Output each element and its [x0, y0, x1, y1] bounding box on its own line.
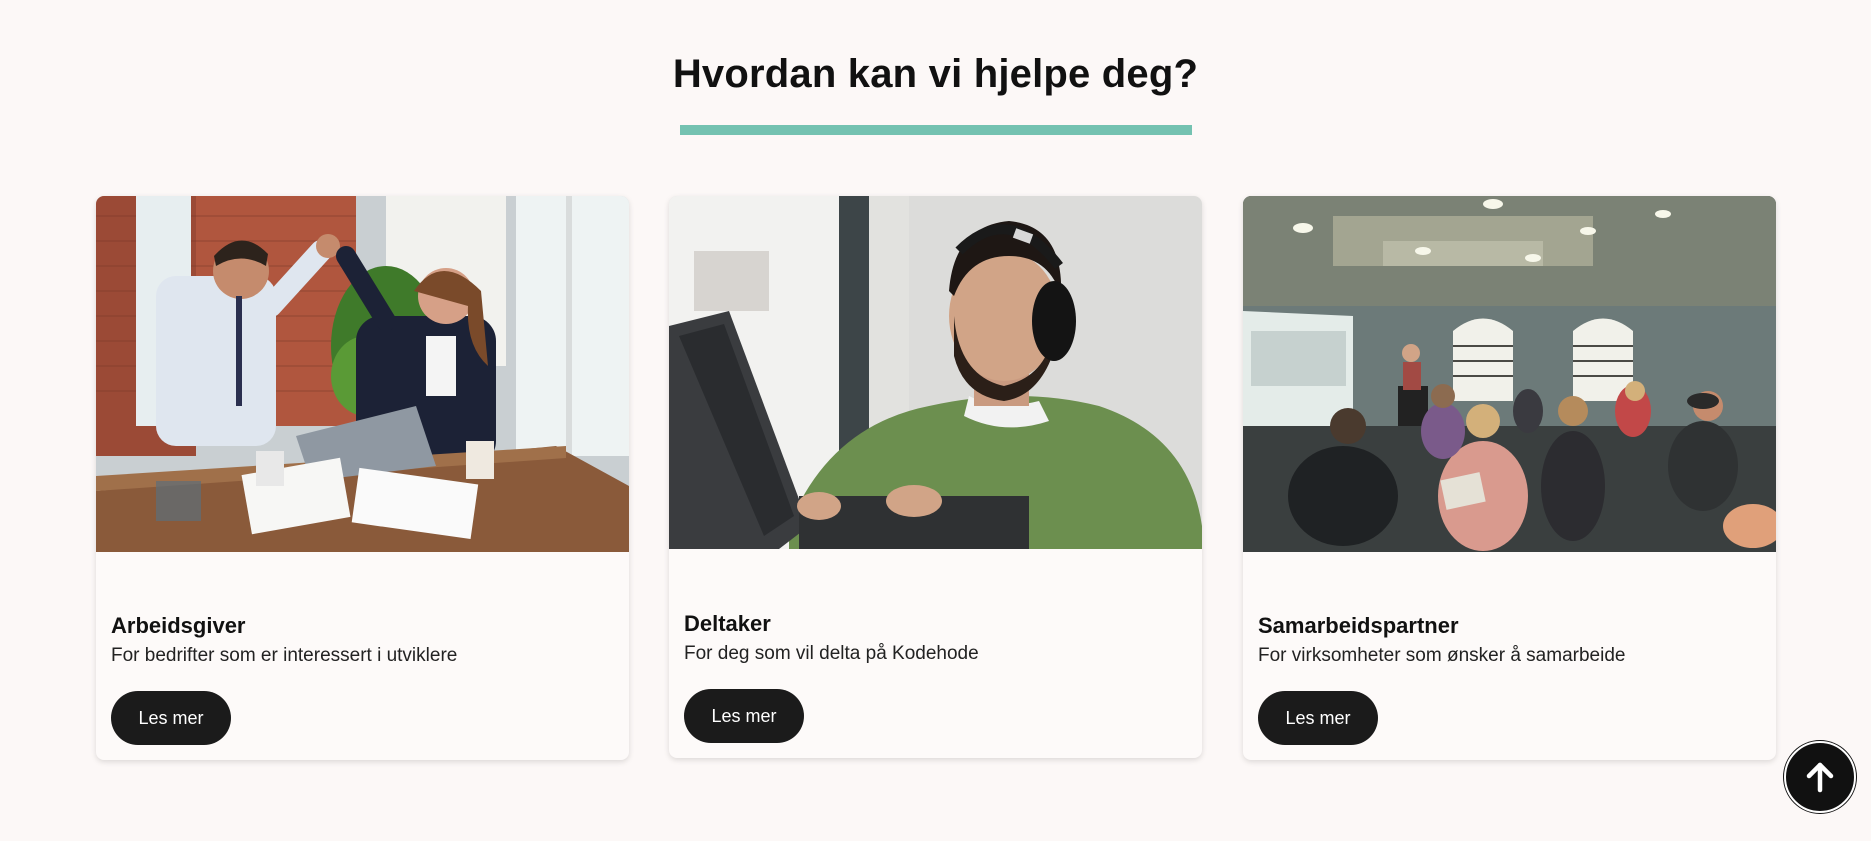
les-mer-button[interactable]: Les mer [111, 691, 231, 745]
card-description: For bedrifter som er interessert i utvik… [111, 645, 458, 666]
card-arbeidsgiver: Arbeidsgiver For bedrifter som er intere… [96, 196, 629, 760]
heading-underline [680, 125, 1192, 135]
les-mer-button[interactable]: Les mer [1258, 691, 1378, 745]
office-high-five-photo [96, 196, 629, 552]
man-with-headphones-at-laptop-photo [669, 196, 1202, 549]
card-title: Samarbeidspartner [1258, 613, 1459, 638]
card-description: For virksomheter som ønsker å samarbeide [1258, 645, 1626, 666]
arrow-up-icon [1806, 762, 1834, 793]
card-samarbeidspartner: Samarbeidspartner For virksomheter som ø… [1243, 196, 1776, 760]
card-title: Arbeidsgiver [111, 613, 246, 638]
card-description: For deg som vil delta på Kodehode [684, 643, 979, 664]
classroom-presentation-photo [1243, 196, 1776, 552]
section-heading: Hvordan kan vi hjelpe deg? [672, 52, 1199, 96]
card-title: Deltaker [684, 611, 771, 636]
les-mer-button[interactable]: Les mer [684, 689, 804, 743]
scroll-to-top-button[interactable] [1784, 741, 1856, 813]
card-deltaker: Deltaker For deg som vil delta på Kodeho… [669, 196, 1202, 758]
